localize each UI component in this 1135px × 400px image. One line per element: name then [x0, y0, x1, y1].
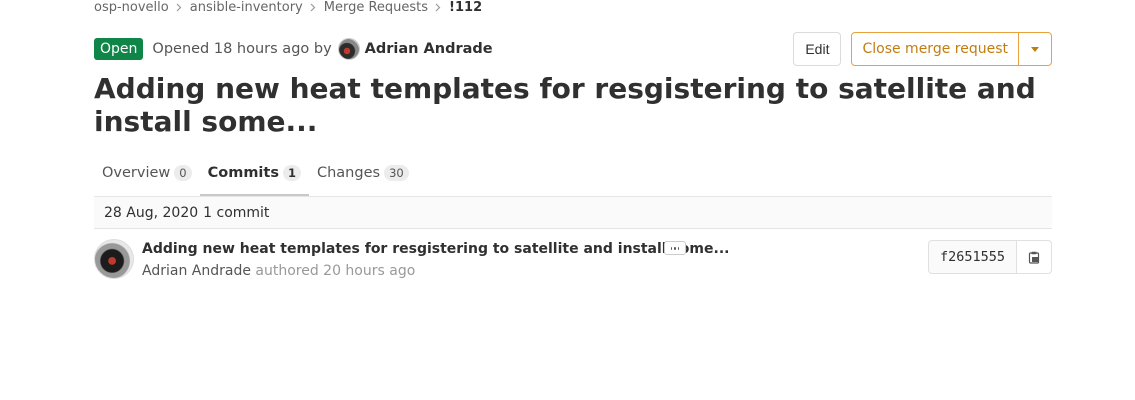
commit-author-avatar[interactable]: [94, 239, 134, 279]
tab-overview[interactable]: Overview 0: [94, 151, 200, 195]
breadcrumb-item-project[interactable]: ansible-inventory: [190, 0, 303, 15]
tab-label: Changes: [316, 165, 381, 181]
commit-title[interactable]: Adding new heat templates for resgisteri…: [142, 241, 729, 257]
commit-author[interactable]: Adrian Andrade: [142, 263, 251, 279]
close-merge-request-button[interactable]: Close merge request: [852, 33, 1019, 65]
commit-date: 28 Aug, 2020: [104, 204, 199, 221]
close-merge-request-group: Close merge request: [851, 32, 1052, 66]
chevron-right-icon: [310, 3, 316, 12]
breadcrumb-item-group[interactable]: osp-novello: [94, 0, 169, 15]
tab-count: 0: [174, 165, 192, 181]
status-badge: Open: [94, 38, 144, 60]
commit-row: Adding new heat templates for resgisteri…: [94, 239, 1052, 281]
commit-sha-group: f2651555: [927, 240, 1052, 274]
commit-count: 1 commit: [203, 204, 270, 221]
breadcrumb: osp-novello ansible-inventory Merge Requ…: [94, 0, 1052, 15]
merge-request-page: osp-novello ansible-inventory Merge Requ…: [94, 0, 1052, 279]
commit-day-header: 28 Aug, 2020 1 commit: [94, 197, 1052, 229]
tab-label: Commits: [207, 165, 279, 181]
mr-header: Open Opened 18 hours ago by Adrian Andra…: [94, 32, 1052, 66]
mr-tabs: Overview 0 Commits 1 Changes 30: [94, 151, 1052, 197]
tab-count: 1: [282, 165, 301, 181]
commit-authored-time: authored 20 hours ago: [255, 263, 416, 279]
breadcrumb-item-merge-requests[interactable]: Merge Requests: [324, 0, 428, 15]
page-title: Adding new heat templates for resgisteri…: [94, 72, 1036, 138]
tab-label: Overview: [102, 165, 171, 181]
commit-sha[interactable]: f2651555: [929, 241, 1017, 273]
header-actions: Edit Close merge request: [793, 32, 1052, 66]
clipboard-icon[interactable]: [1017, 241, 1051, 273]
chevron-right-icon: [176, 3, 182, 12]
commit-meta: Adrian Andrade authored 20 hours ago: [142, 263, 415, 279]
edit-button[interactable]: Edit: [793, 32, 842, 66]
close-dropdown-toggle[interactable]: [1019, 33, 1051, 65]
chevron-right-icon: [435, 3, 441, 12]
opened-text: Opened 18 hours ago by: [152, 41, 332, 57]
ellipsis-icon[interactable]: [664, 241, 686, 255]
tab-changes[interactable]: Changes 30: [309, 151, 417, 195]
breadcrumb-item-current[interactable]: !112: [449, 0, 482, 15]
tab-count: 30: [384, 165, 409, 181]
author-avatar[interactable]: [337, 38, 360, 60]
author-link[interactable]: Adrian Andrade: [365, 41, 493, 57]
tab-commits[interactable]: Commits 1: [199, 151, 310, 196]
chevron-down-icon: [1031, 46, 1039, 52]
